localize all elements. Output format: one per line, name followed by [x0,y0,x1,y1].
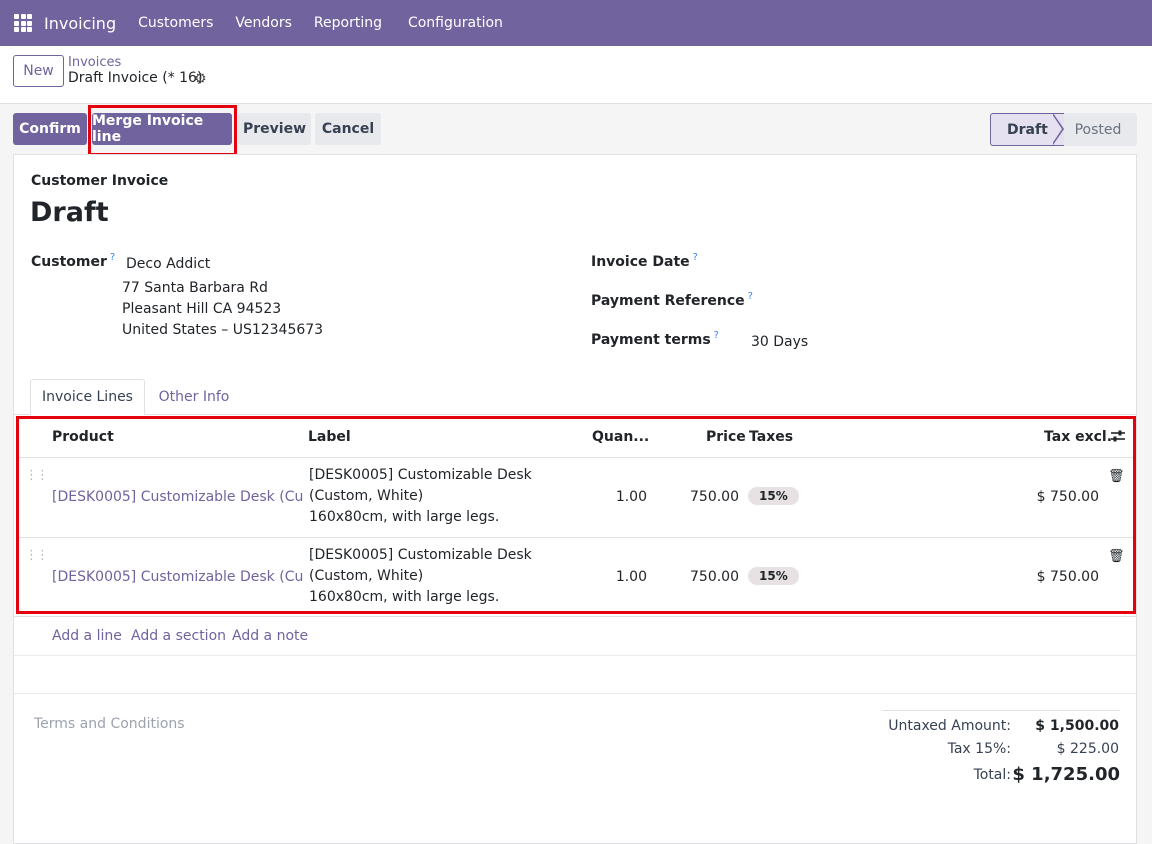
invoice-date-help-icon[interactable]: ? [693,252,698,263]
payment-terms-label: Payment terms? [591,330,719,348]
total-label: Total: [973,767,1011,783]
total-value: $ 1,725.00 [1012,764,1120,785]
invoice-state-title: Draft [30,197,109,228]
section-divider [14,655,1136,656]
section-divider [14,693,1136,694]
menu-reporting[interactable]: Reporting [314,15,382,31]
breadcrumb-current: Draft Invoice (* 16) [68,70,203,86]
add-note-link[interactable]: Add a note [232,628,308,644]
address-line-3: United States – US12345673 [122,322,324,338]
terms-and-conditions-field[interactable]: Terms and Conditions [34,716,185,732]
address-line-1: 77 Santa Barbara Rd [122,280,268,296]
customer-help-icon[interactable]: ? [110,252,115,263]
top-navbar: Invoicing Customers Vendors Reporting Co… [0,0,1152,46]
add-line-link[interactable]: Add a line [52,628,122,644]
status-posted[interactable]: Posted [1055,113,1137,146]
untaxed-amount-label: Untaxed Amount: [888,718,1011,734]
customer-name[interactable]: Deco Addict [126,256,210,272]
payment-terms-help-icon[interactable]: ? [714,330,719,341]
tab-other-info[interactable]: Other Info [146,379,242,415]
confirm-button[interactable]: Confirm [13,113,87,145]
app-brand[interactable]: Invoicing [44,14,116,33]
payment-reference-help-icon[interactable]: ? [748,291,753,302]
control-panel: New Invoices Draft Invoice (* 16) ⚙ [0,46,1152,104]
highlight-box-merge [88,105,237,156]
untaxed-amount-value: $ 1,500.00 [1035,718,1119,734]
preview-button[interactable]: Preview [238,113,311,145]
gear-icon[interactable]: ⚙ [194,71,207,87]
tax-label: Tax 15%: [947,741,1011,757]
menu-customers[interactable]: Customers [138,15,213,31]
add-section-link[interactable]: Add a section [131,628,226,644]
cancel-button[interactable]: Cancel [315,113,381,145]
customer-label: Customer? [31,252,116,270]
tab-invoice-lines[interactable]: Invoice Lines [30,379,145,415]
tax-value: $ 225.00 [1056,741,1119,757]
payment-reference-label: Payment Reference? [591,291,753,309]
new-button[interactable]: New [13,55,64,87]
breadcrumb-invoices[interactable]: Invoices [68,55,121,70]
payment-terms-value[interactable]: 30 Days [751,334,808,350]
totals-divider [882,710,1120,711]
invoice-date-label: Invoice Date? [591,252,698,270]
table-divider [14,616,1136,617]
highlight-box-table [16,416,1136,614]
address-line-2: Pleasant Hill CA 94523 [122,301,282,317]
menu-vendors[interactable]: Vendors [235,15,291,31]
apps-menu-icon[interactable] [14,14,34,32]
invoice-type-label: Customer Invoice [31,173,169,189]
menu-configuration[interactable]: Configuration [408,15,503,31]
status-arrow-fill [1052,114,1062,144]
